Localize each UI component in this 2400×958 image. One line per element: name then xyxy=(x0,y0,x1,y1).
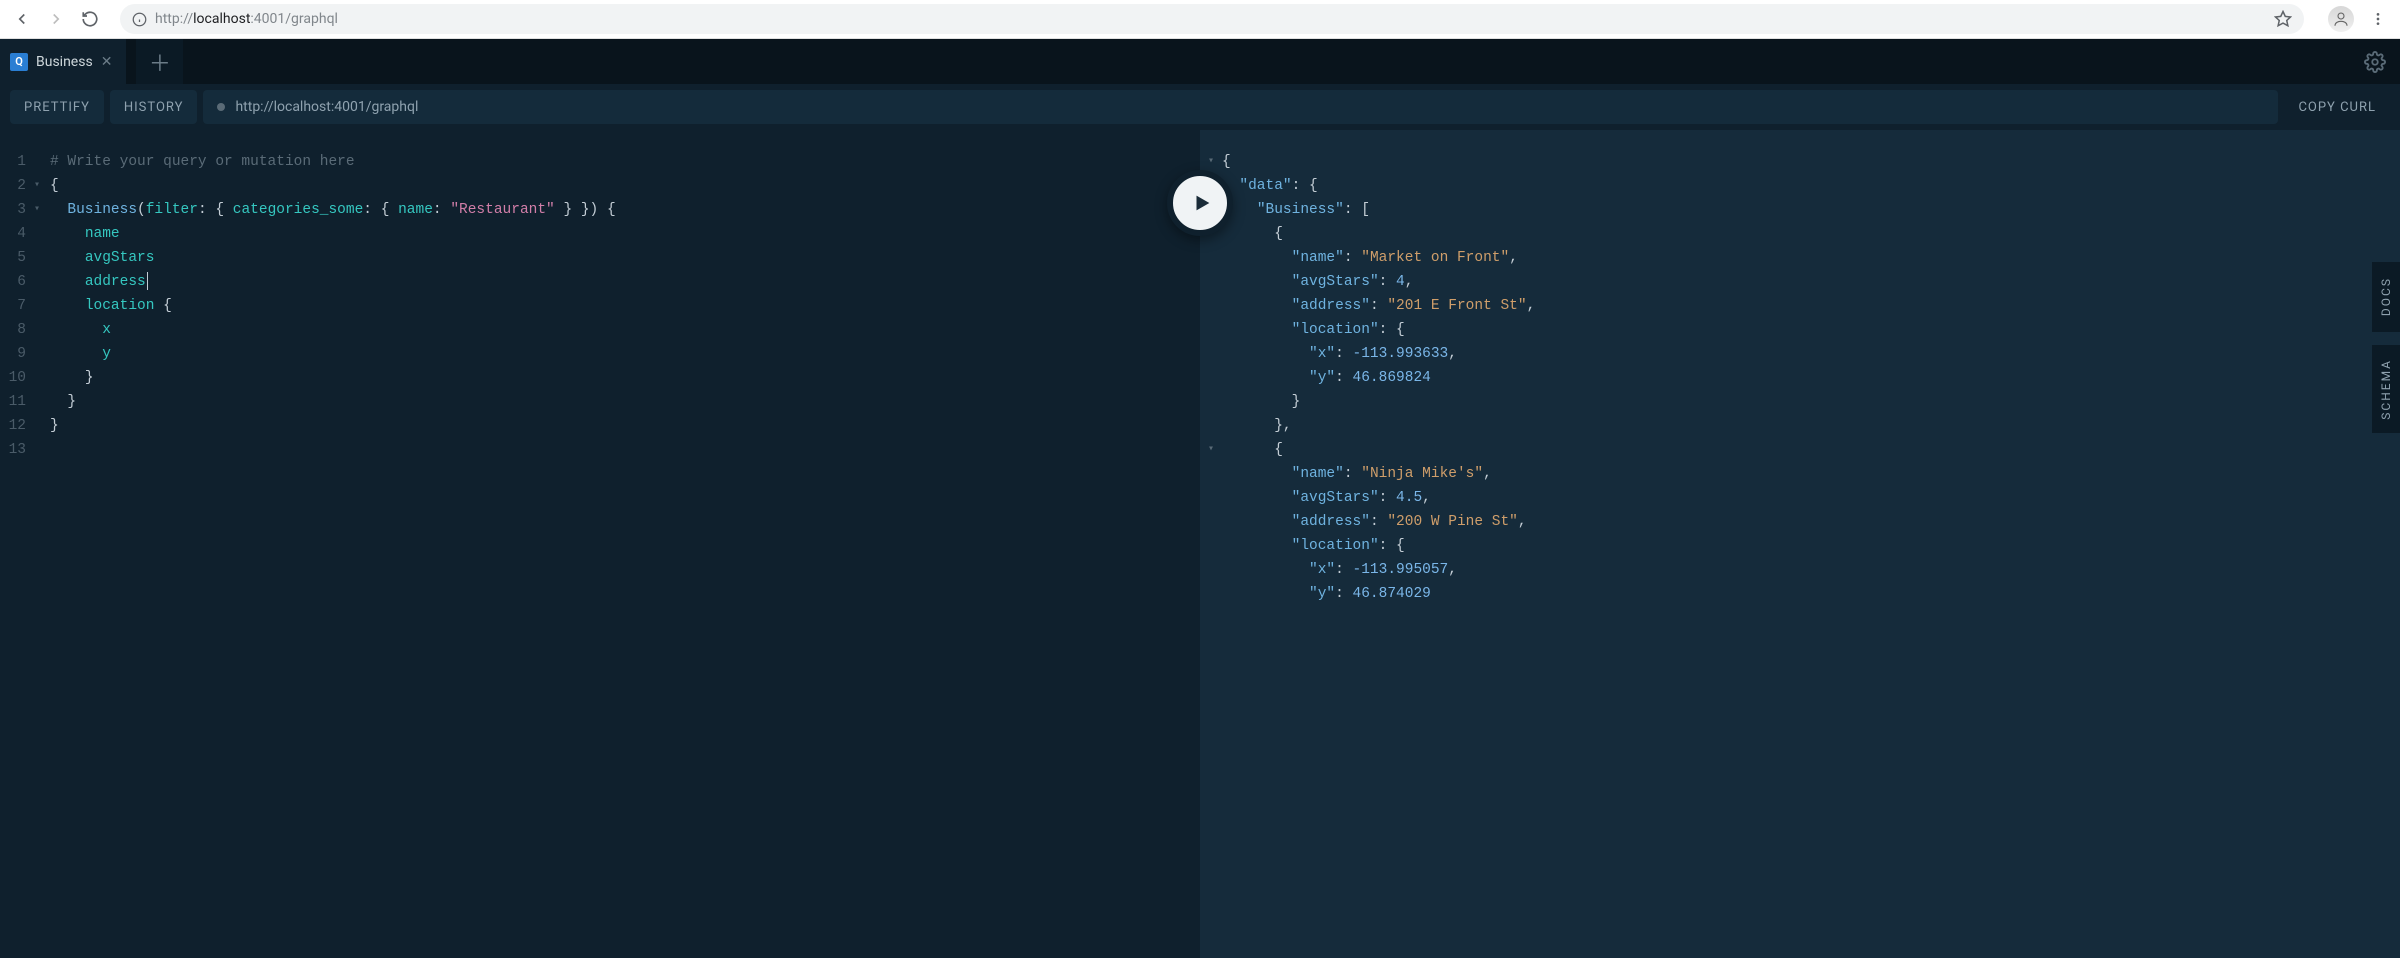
result-body: { "data": { "Business": [ { "name": "Mar… xyxy=(1218,150,2400,606)
prettify-button[interactable]: PRETTIFY xyxy=(10,90,104,124)
docs-tab[interactable]: DOCS xyxy=(2372,262,2400,332)
info-icon xyxy=(132,12,147,27)
settings-button[interactable] xyxy=(2350,39,2400,84)
gear-icon xyxy=(2364,51,2386,73)
star-icon[interactable] xyxy=(2274,10,2292,28)
result-pane: ▾▾▾▾▾ { "data": { "Business": [ { "name"… xyxy=(1200,130,2400,958)
editor-body[interactable]: # Write your query or mutation here { Bu… xyxy=(46,150,1200,462)
forward-button[interactable] xyxy=(42,5,70,33)
toolbar: PRETTIFY HISTORY http://localhost:4001/g… xyxy=(0,84,2400,130)
url-bar[interactable]: http://localhost:4001/graphql xyxy=(120,4,2304,34)
query-badge: Q xyxy=(10,53,28,71)
back-button[interactable] xyxy=(8,5,36,33)
schema-tab[interactable]: SCHEMA xyxy=(2372,345,2400,433)
fold-gutter[interactable]: ▾▾ xyxy=(34,150,46,462)
browser-chrome: http://localhost:4001/graphql xyxy=(0,0,2400,39)
copy-curl-button[interactable]: COPY CURL xyxy=(2284,90,2390,124)
run-button[interactable] xyxy=(1167,170,1233,236)
endpoint-input[interactable]: http://localhost:4001/graphql xyxy=(203,90,2278,124)
tab-bar: Q Business ✕ ＋ xyxy=(0,39,2400,84)
tab-label: Business xyxy=(36,54,93,70)
close-icon[interactable]: ✕ xyxy=(101,54,113,70)
menu-button[interactable] xyxy=(2364,5,2392,33)
url-text: http://localhost:4001/graphql xyxy=(155,11,338,27)
status-dot-icon xyxy=(217,103,225,111)
play-icon xyxy=(1191,190,1213,216)
query-editor[interactable]: 12345678910111213 ▾▾ # Write your query … xyxy=(0,130,1200,958)
add-tab-button[interactable]: ＋ xyxy=(136,39,183,84)
graphql-playground: Q Business ✕ ＋ PRETTIFY HISTORY http://l… xyxy=(0,39,2400,958)
tab-business[interactable]: Q Business ✕ xyxy=(0,39,126,84)
reload-button[interactable] xyxy=(76,5,104,33)
main-split: DOCS SCHEMA 12345678910111213 ▾▾ # Write… xyxy=(0,130,2400,958)
profile-avatar[interactable] xyxy=(2328,6,2354,32)
endpoint-url: http://localhost:4001/graphql xyxy=(235,99,418,115)
history-button[interactable]: HISTORY xyxy=(110,90,198,124)
line-gutter: 12345678910111213 xyxy=(0,150,34,462)
